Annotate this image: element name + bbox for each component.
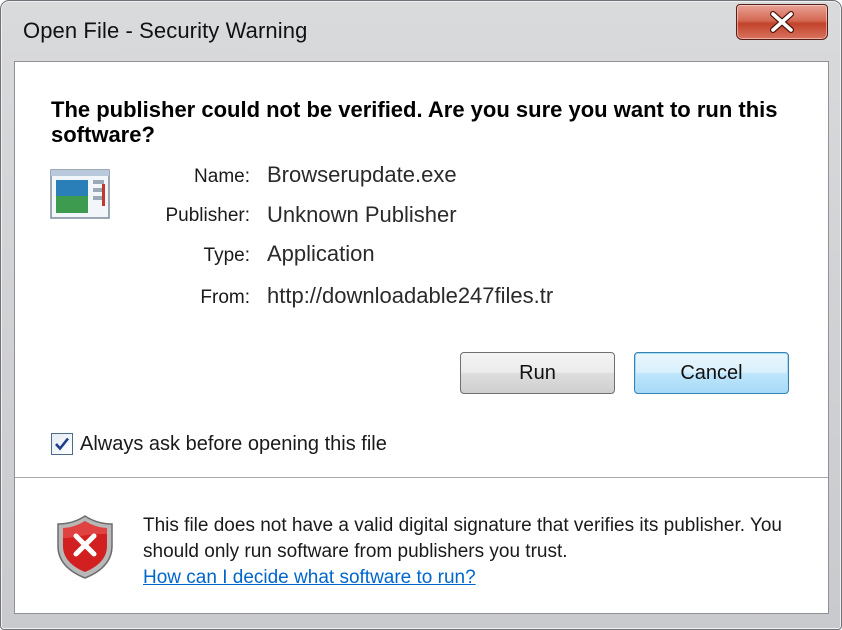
security-warning-dialog: Open File - Security Warning The publish… — [0, 0, 842, 630]
always-ask-label[interactable]: Always ask before opening this file — [80, 431, 387, 457]
type-label: Type: — [203, 245, 250, 266]
run-button[interactable]: Run — [460, 352, 615, 394]
checkmark-icon — [55, 437, 70, 451]
publisher-label: Publisher: — [165, 205, 251, 226]
warning-message: This file does not have a valid digital … — [143, 515, 782, 562]
close-icon — [770, 11, 794, 33]
name-label: Name: — [194, 166, 250, 187]
divider — [15, 477, 828, 479]
from-value: http://downloadable247files.tr — [267, 283, 554, 308]
close-button[interactable] — [736, 4, 828, 40]
from-label: From: — [200, 287, 250, 308]
window-title: Open File - Security Warning — [23, 18, 308, 43]
dialog-content: The publisher could not be verified. Are… — [14, 61, 829, 614]
title-bar[interactable]: Open File - Security Warning — [1, 1, 841, 59]
type-value: Application — [267, 241, 375, 266]
warning-heading: The publisher could not be verified. Are… — [51, 97, 778, 147]
cancel-button[interactable]: Cancel — [634, 352, 789, 394]
publisher-value: Unknown Publisher — [267, 202, 457, 227]
name-value: Browserupdate.exe — [267, 162, 457, 187]
always-ask-checkbox[interactable] — [51, 433, 73, 455]
security-shield-error-icon — [57, 515, 113, 579]
help-link[interactable]: How can I decide what software to run? — [143, 565, 476, 591]
